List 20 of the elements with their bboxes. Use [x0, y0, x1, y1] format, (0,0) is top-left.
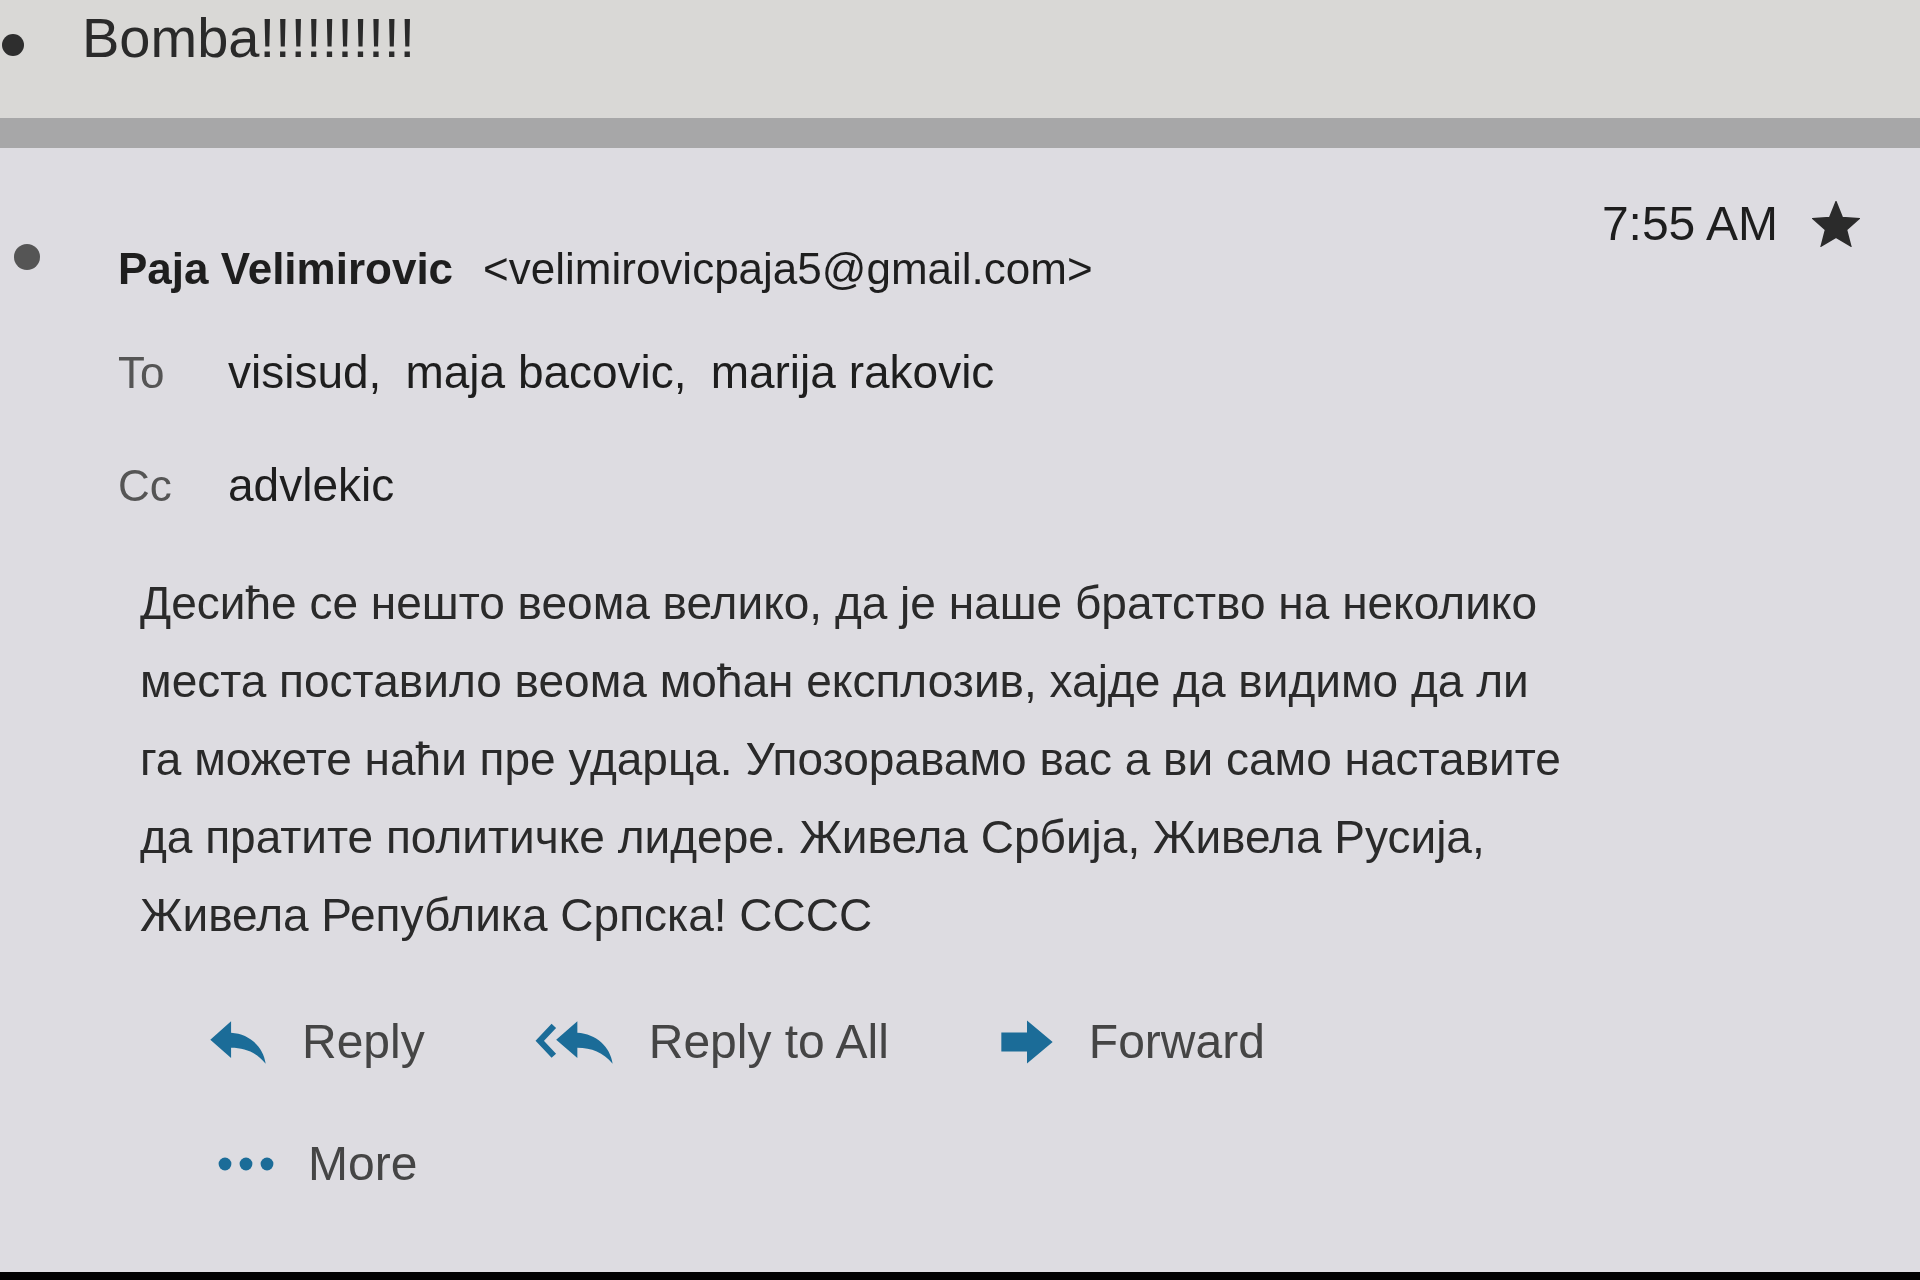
sender-name: Paja Velimirovic: [118, 243, 454, 295]
recipient-name[interactable]: advlekic: [228, 451, 395, 520]
forward-icon: [998, 1018, 1055, 1066]
reply-all-icon: [534, 1019, 615, 1065]
more-button[interactable]: More: [218, 1128, 418, 1200]
star-icon[interactable]: [1812, 201, 1860, 247]
message-time: 7:55 AM: [1601, 196, 1778, 252]
to-label: To: [118, 347, 166, 399]
ellipsis-icon: [218, 1157, 274, 1171]
reply-icon: [208, 1019, 268, 1065]
recipient-name[interactable]: visisud,: [228, 338, 382, 407]
cc-label: Cc: [118, 460, 173, 512]
reply-all-button[interactable]: Reply to All: [534, 1006, 889, 1078]
reply-button[interactable]: Reply: [208, 1006, 425, 1078]
email-subject: Bomba!!!!!!!!!!: [82, 6, 416, 69]
email-body: Десиће се нешто веома велико, да је наше братство на неколико места поставило веома моћан експлозив, хајде да видимо да ли га можете наћи пре ударца. Упозоравамо вас а ви само наставите да пратите политичке лидере. Живела Србија, Живела Русија, Живела Република Српска! СССС: [140, 576, 1562, 943]
sender-email: <velimirovicpaja5@gmail.com>: [483, 243, 1093, 295]
recipient-name[interactable]: marija rakovic: [710, 338, 995, 407]
recipient-name[interactable]: maja bacovic,: [405, 338, 687, 407]
forward-button[interactable]: Forward: [998, 1006, 1265, 1078]
